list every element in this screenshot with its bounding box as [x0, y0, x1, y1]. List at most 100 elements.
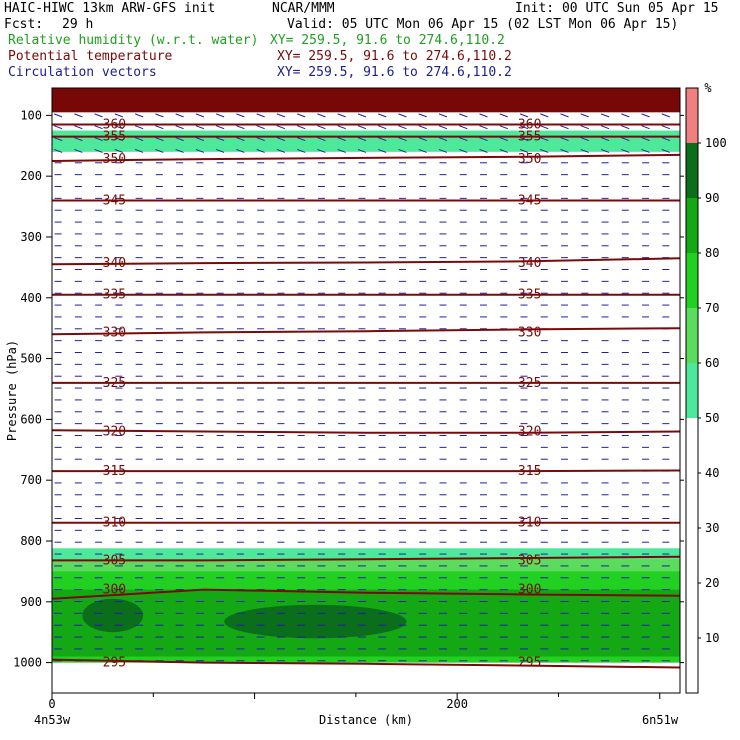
wind-vector — [296, 125, 306, 130]
wind-vector — [74, 125, 83, 130]
wind-vector — [661, 125, 670, 130]
y-tick-label: 300 — [20, 230, 42, 244]
colorbar-label: 10 — [705, 631, 719, 645]
theta-label-310: 310 — [518, 516, 541, 531]
theta-label-315: 315 — [103, 464, 126, 479]
chart-page: HAIC-HIWC 13km ARW-GFS init NCAR/MMM Ini… — [0, 0, 740, 740]
theta-label-305: 305 — [103, 553, 126, 568]
wind-vector — [195, 113, 205, 118]
theta-contour-320 — [52, 429, 680, 434]
top-theta-band — [52, 88, 680, 113]
theta-label-325: 325 — [103, 376, 126, 391]
wind-vector — [600, 113, 610, 118]
colorbar-bin-90 — [686, 143, 698, 198]
wind-vector — [519, 113, 529, 118]
colorbar-label: 30 — [705, 521, 719, 535]
wind-vector — [195, 125, 205, 130]
theta-label-295: 295 — [518, 656, 541, 671]
theta-label-315: 315 — [518, 464, 541, 479]
theta-label-320: 320 — [518, 425, 541, 440]
wind-vector — [74, 113, 83, 118]
theta-label-300: 300 — [103, 583, 126, 598]
theta-label-330: 330 — [518, 325, 541, 340]
wind-vector — [337, 113, 346, 118]
wind-vector — [215, 113, 225, 118]
wind-vector — [398, 113, 407, 118]
theta-label-360: 360 — [103, 117, 126, 132]
wind-vector — [479, 125, 488, 130]
wind-vector — [276, 125, 286, 130]
wind-vector — [641, 125, 650, 130]
theta-label-340: 340 — [103, 256, 126, 271]
wind-vector — [276, 113, 286, 118]
wind-vector — [236, 113, 245, 118]
wind-vector — [600, 125, 610, 130]
theta-contour-340 — [52, 257, 680, 266]
wind-vector — [256, 113, 265, 118]
theta-label-320: 320 — [103, 425, 126, 440]
colorbar-bin-70 — [686, 253, 698, 308]
x-tick-label: 0 — [48, 697, 55, 711]
wind-vector — [155, 113, 164, 118]
wind-vector — [256, 125, 265, 130]
wind-vector — [418, 125, 427, 130]
wind-vector — [378, 125, 387, 130]
wind-vector — [641, 113, 650, 118]
y-axis-title: Pressure (hPa) — [5, 340, 19, 441]
theta-label-330: 330 — [103, 325, 126, 340]
wind-vector — [357, 125, 367, 130]
colorbar-bin-100 — [686, 88, 698, 143]
wind-vector — [134, 113, 144, 118]
wind-vector — [175, 113, 184, 118]
wind-vector — [94, 113, 103, 118]
theta-label-305: 305 — [518, 553, 541, 568]
wind-vector — [459, 125, 468, 130]
wind-vector — [661, 113, 670, 118]
theta-label-295: 295 — [103, 656, 126, 671]
x-end-label-right: 6n51w — [642, 713, 679, 727]
colorbar-label: 50 — [705, 411, 719, 425]
theta-label-350: 350 — [518, 152, 541, 167]
wind-vector — [236, 125, 245, 130]
y-tick-label: 900 — [20, 595, 42, 609]
wind-vector — [459, 113, 468, 118]
wind-vector — [398, 125, 407, 130]
colorbar-label: 40 — [705, 466, 719, 480]
wind-vector — [479, 113, 488, 118]
theta-label-300: 300 — [518, 583, 541, 598]
wind-vector — [317, 113, 326, 118]
top-boundary-layer — [52, 88, 680, 113]
wind-vector — [560, 125, 569, 130]
y-tick-label: 1000 — [13, 656, 42, 670]
wind-vector — [215, 125, 225, 130]
colorbar-label: 100 — [705, 136, 727, 150]
y-tick-label: 700 — [20, 473, 42, 487]
wind-vector — [580, 113, 589, 118]
rh-region-5 — [82, 598, 144, 633]
theta-contour-330 — [52, 327, 680, 336]
theta-label-340: 340 — [518, 256, 541, 271]
wind-vector — [540, 113, 549, 118]
rh-region-6 — [224, 604, 407, 639]
theta-label-345: 345 — [103, 193, 126, 208]
wind-vector — [499, 125, 508, 130]
rh-region-0 — [52, 130, 680, 152]
wind-vector — [155, 125, 164, 130]
colorbar-unit: % — [704, 81, 712, 95]
y-tick-label: 400 — [20, 291, 42, 305]
colorbar-label: 70 — [705, 301, 719, 315]
wind-vector — [357, 113, 367, 118]
wind-vector — [378, 113, 387, 118]
colorbar: 10 20 30 40 50 60 70 80 90 100% — [685, 81, 727, 694]
y-tick-label: 800 — [20, 534, 42, 548]
colorbar-bin-60 — [686, 308, 698, 363]
wind-vector — [114, 113, 124, 118]
theta-contour-315 — [52, 469, 680, 473]
wind-vector — [499, 113, 508, 118]
wind-vector — [418, 113, 427, 118]
wind-vector — [337, 125, 346, 130]
wind-vector — [621, 125, 630, 130]
y-tick-label: 600 — [20, 412, 42, 426]
y-tick-label: 200 — [20, 169, 42, 183]
wind-vector — [175, 125, 184, 130]
